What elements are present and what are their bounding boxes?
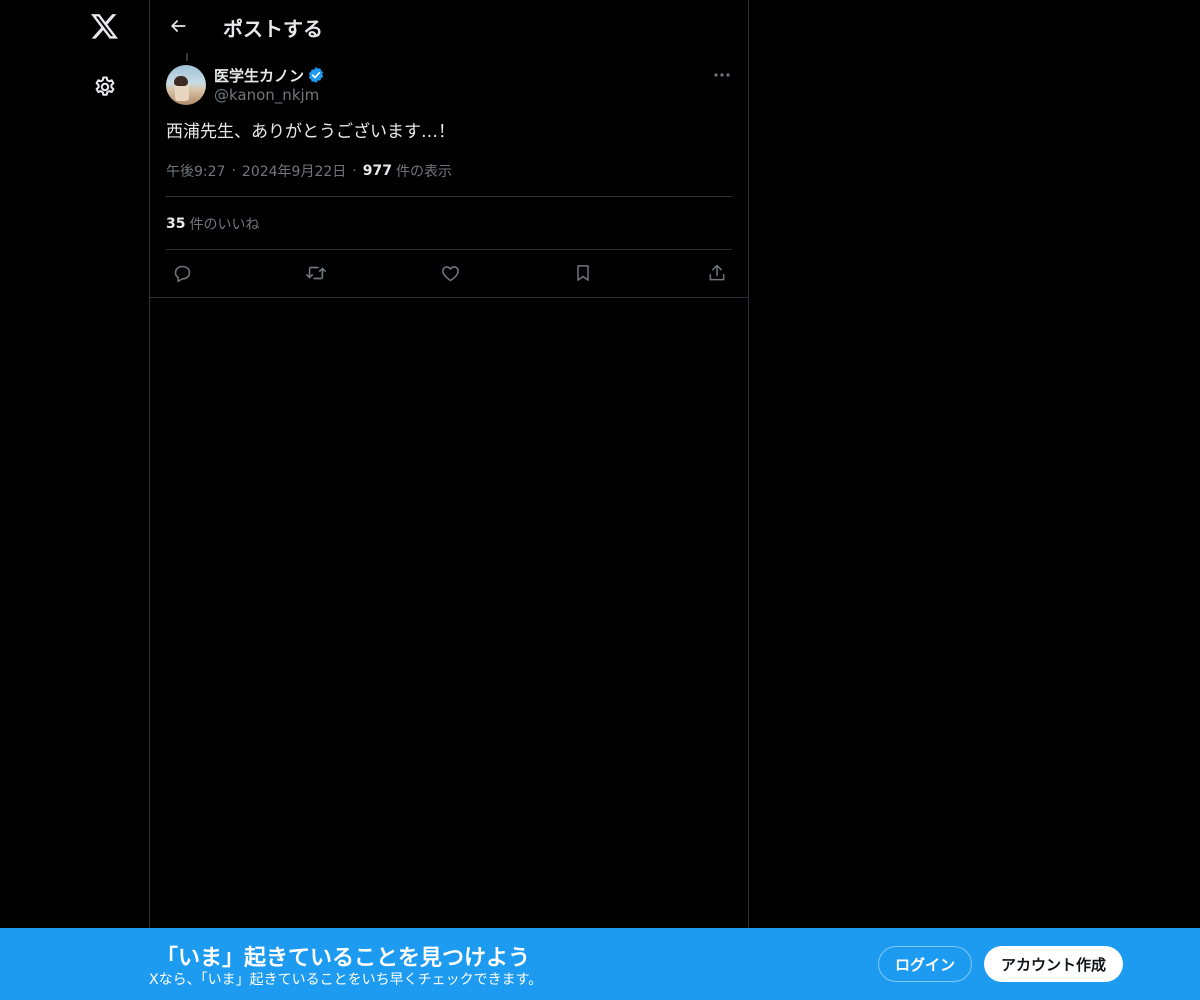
share-button[interactable]: [701, 257, 733, 289]
likes-summary[interactable]: 35 件のいいね: [166, 214, 259, 234]
author-name[interactable]: 医学生カノン: [214, 65, 304, 86]
separator-dot: ·: [352, 163, 357, 179]
left-nav: [0, 0, 150, 1000]
avatar[interactable]: [166, 65, 206, 105]
action-bar: [166, 257, 732, 289]
repost-icon: [305, 262, 327, 284]
x-logo-icon[interactable]: [88, 10, 122, 44]
avatar-hair: [174, 76, 188, 86]
post-text: 西浦先生、ありがとうございます…！: [166, 122, 455, 142]
repost-button[interactable]: [300, 257, 332, 289]
divider: [166, 249, 732, 250]
post-date[interactable]: 2024年9月22日: [242, 161, 346, 181]
post-meta: 午後9:27 · 2024年9月22日 · 977 件の表示: [166, 161, 452, 181]
post-bottom-border: [150, 297, 748, 298]
heart-icon: [440, 263, 461, 284]
likes-count: 35: [166, 216, 186, 232]
page-header: ポストする: [150, 0, 748, 53]
divider: [166, 196, 732, 197]
app-root: ポストする 医学生カノン @kanon_nkjm 西浦先生、ありがとうございます…: [0, 0, 1200, 1000]
verified-badge-icon: [307, 66, 325, 84]
arrow-left-icon: [168, 16, 188, 36]
thread-connector: [186, 53, 188, 61]
reply-button[interactable]: [166, 257, 198, 289]
bookmark-icon: [573, 263, 593, 283]
bookmark-button[interactable]: [567, 257, 599, 289]
separator-dot: ·: [231, 163, 236, 179]
reply-icon: [172, 263, 193, 284]
banner-title: 「いま」起きていることを見つけよう: [156, 946, 531, 971]
more-button[interactable]: [706, 63, 738, 87]
signup-button[interactable]: アカウント作成: [984, 946, 1123, 982]
banner-subtitle: Xなら、「いま」起きていることをいち早くチェックできます。: [149, 972, 543, 988]
main-column: ポストする 医学生カノン @kanon_nkjm 西浦先生、ありがとうございます…: [149, 0, 749, 1000]
like-button[interactable]: [434, 257, 466, 289]
post-time[interactable]: 午後9:27: [166, 161, 225, 181]
gear-icon[interactable]: [88, 70, 122, 104]
views-count: 977: [362, 163, 392, 179]
author-block: 医学生カノン @kanon_nkjm: [214, 65, 325, 104]
page-title: ポストする: [223, 17, 323, 41]
likes-label: 件のいいね: [189, 217, 260, 233]
more-horizontal-icon: [713, 72, 731, 78]
login-button[interactable]: ログイン: [878, 946, 972, 982]
author-handle[interactable]: @kanon_nkjm: [214, 86, 325, 104]
back-button[interactable]: [162, 10, 194, 42]
views-label: 件の表示: [395, 164, 452, 180]
share-icon: [707, 263, 727, 283]
author-name-row: 医学生カノン: [214, 65, 325, 85]
